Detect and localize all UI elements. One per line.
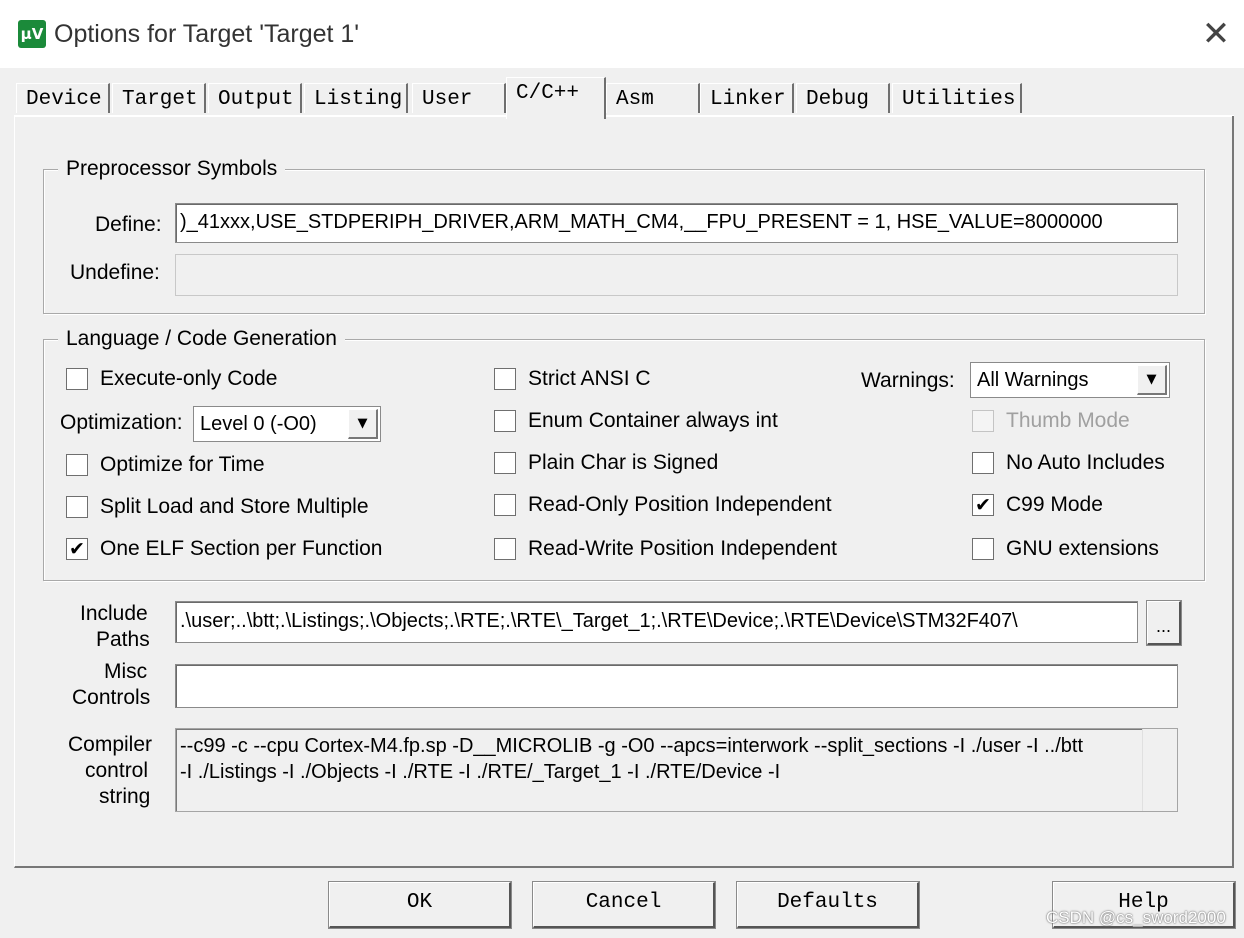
optimization-label: Optimization:: [60, 411, 183, 434]
compiler-string-line-1: --c99 -c --cpu Cortex-M4.fp.sp -D__MICRO…: [180, 735, 1084, 757]
execute-only-label: Execute-only Code: [100, 367, 278, 390]
compiler-string-box: --c99 -c --cpu Cortex-M4.fp.sp -D__MICRO…: [175, 728, 1178, 812]
define-input[interactable]: )_41xxx,USE_STDPERIPH_DRIVER,ARM_MATH_CM…: [175, 203, 1178, 243]
tab-target[interactable]: Target: [112, 83, 206, 113]
c99-mode-label: C99 Mode: [1006, 493, 1103, 516]
warnings-label: Warnings:: [861, 369, 955, 392]
language-legend: Language / Code Generation: [58, 327, 345, 351]
optimize-time-label: Optimize for Time: [100, 453, 265, 476]
window-title: Options for Target 'Target 1': [54, 20, 360, 48]
include-paths-label-1: Include: [80, 602, 148, 625]
chevron-down-icon[interactable]: ▼: [1137, 365, 1167, 395]
compiler-string-line-2: -I ./Listings -I ./Objects -I ./RTE -I .…: [180, 761, 781, 783]
ok-button[interactable]: OK: [328, 881, 512, 929]
ro-pi-checkbox[interactable]: [494, 494, 516, 516]
optimization-select[interactable]: Level 0 (-O0) ▼: [193, 406, 381, 442]
undefine-input: [175, 254, 1178, 296]
chevron-down-icon[interactable]: ▼: [348, 409, 378, 439]
misc-controls-label-1: Misc: [104, 660, 148, 683]
tab-asm[interactable]: Asm: [606, 83, 700, 113]
no-auto-includes-checkbox[interactable]: [972, 452, 994, 474]
include-paths-input[interactable]: .\user;..\btt;.\Listings;.\Objects;.\RTE…: [175, 601, 1138, 643]
rw-pi-checkbox[interactable]: [494, 538, 516, 560]
optimize-time-checkbox[interactable]: [66, 454, 88, 476]
c99-mode-checkbox[interactable]: ✔: [972, 494, 994, 516]
define-label: Define:: [95, 213, 162, 236]
strict-ansi-checkbox[interactable]: [494, 368, 516, 390]
tab-utilities[interactable]: Utilities: [892, 83, 1022, 113]
include-paths-label-2: Paths: [96, 628, 150, 651]
csdn-watermark: CSDN @cs_sword2000: [1046, 908, 1226, 927]
execute-only-checkbox[interactable]: [66, 368, 88, 390]
defaults-button[interactable]: Defaults: [736, 881, 920, 929]
enum-int-checkbox[interactable]: [494, 410, 516, 432]
split-load-checkbox[interactable]: [66, 496, 88, 518]
misc-controls-input[interactable]: [175, 664, 1178, 708]
tab-device[interactable]: Device: [16, 83, 110, 113]
no-auto-includes-label: No Auto Includes: [1006, 451, 1165, 474]
rw-pi-label: Read-Write Position Independent: [528, 537, 837, 560]
one-elf-label: One ELF Section per Function: [100, 537, 383, 560]
tab-debug[interactable]: Debug: [796, 83, 890, 113]
tab-linker[interactable]: Linker: [700, 83, 794, 113]
tab-user[interactable]: User: [412, 83, 506, 113]
thumb-mode-checkbox: [972, 410, 994, 432]
enum-int-label: Enum Container always int: [528, 409, 778, 432]
compiler-string-label-1: Compiler: [68, 733, 153, 756]
tab-listing[interactable]: Listing: [304, 83, 408, 113]
warnings-select[interactable]: All Warnings ▼: [970, 362, 1170, 398]
compiler-string-label-3: string: [99, 785, 151, 808]
gnu-ext-checkbox[interactable]: [972, 538, 994, 560]
plain-char-label: Plain Char is Signed: [528, 451, 719, 474]
ro-pi-label: Read-Only Position Independent: [528, 493, 832, 516]
compiler-string-label-2: control: [85, 759, 149, 782]
gnu-ext-label: GNU extensions: [1006, 537, 1159, 560]
thumb-mode-label: Thumb Mode: [1006, 409, 1130, 432]
close-icon[interactable]: ✕: [1196, 14, 1236, 54]
compiler-string-scrollbar[interactable]: [1142, 729, 1177, 811]
keil-app-icon: µV: [18, 20, 46, 48]
include-paths-browse-button[interactable]: ...: [1146, 600, 1182, 646]
cancel-button[interactable]: Cancel: [532, 881, 716, 929]
split-load-label: Split Load and Store Multiple: [100, 495, 369, 518]
plain-char-checkbox[interactable]: [494, 452, 516, 474]
preprocessor-legend: Preprocessor Symbols: [58, 157, 286, 181]
strict-ansi-label: Strict ANSI C: [528, 367, 651, 390]
warnings-value: All Warnings: [977, 369, 1089, 391]
one-elf-checkbox[interactable]: ✔: [66, 538, 88, 560]
tab-c-cpp[interactable]: C/C++: [506, 77, 606, 119]
tab-output[interactable]: Output: [208, 83, 302, 113]
optimization-value: Level 0 (-O0): [200, 413, 317, 435]
undefine-label: Undefine:: [70, 261, 160, 284]
misc-controls-label-2: Controls: [72, 686, 151, 709]
